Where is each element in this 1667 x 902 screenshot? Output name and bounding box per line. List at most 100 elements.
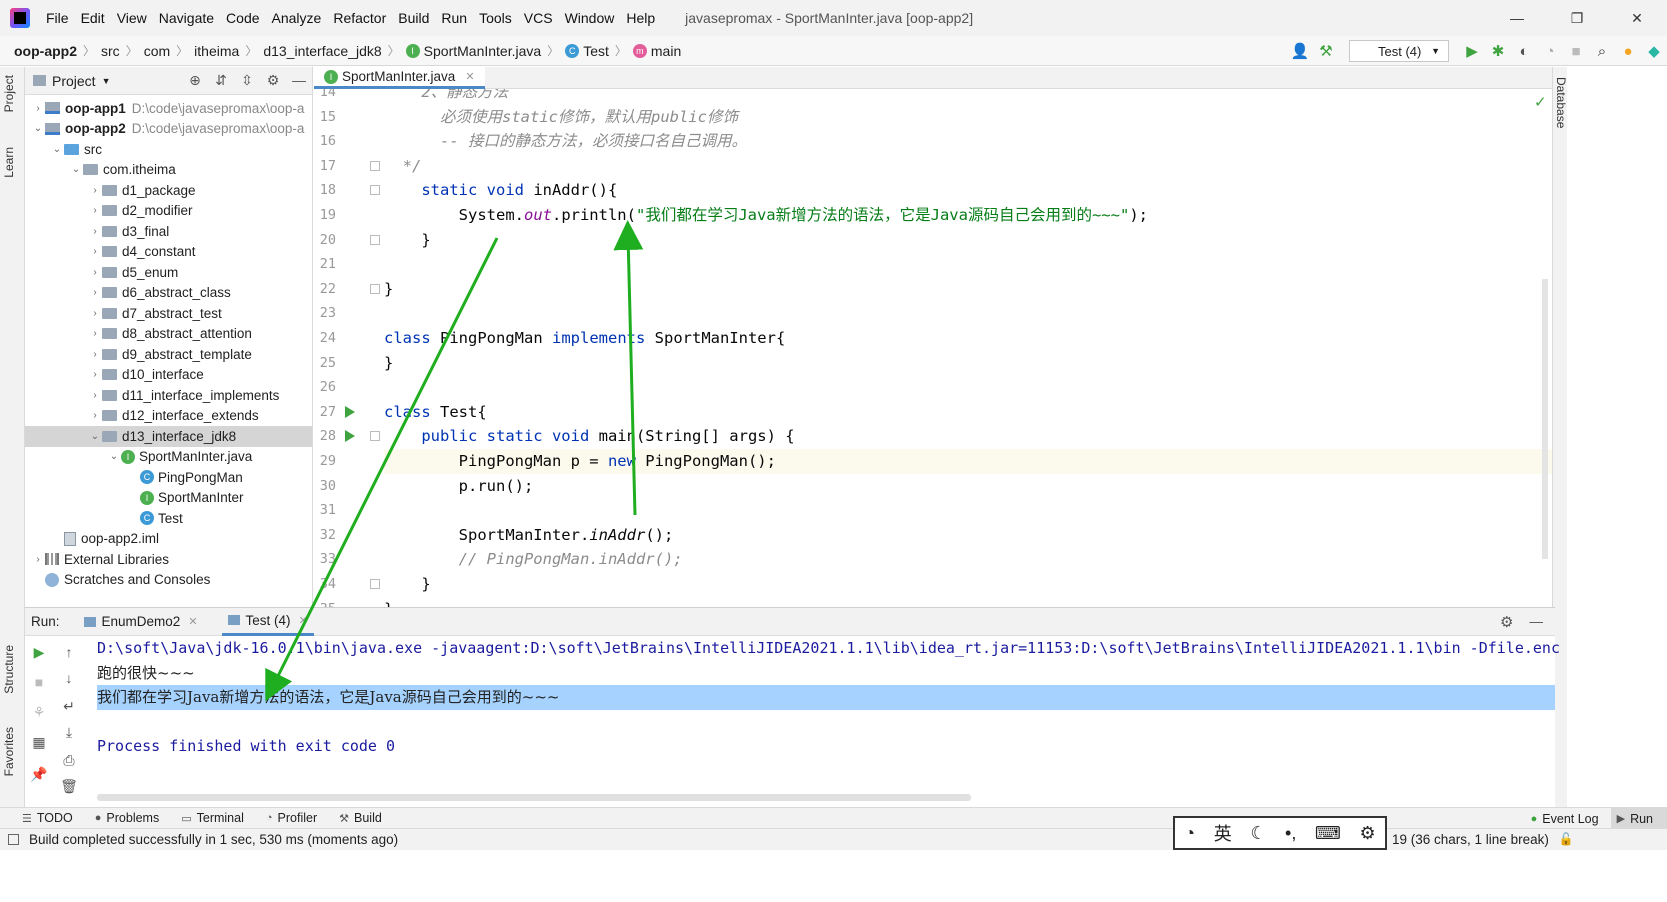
menu-item-edit[interactable]: Edit xyxy=(75,10,111,26)
soft-wrap-icon[interactable]: ↵ xyxy=(59,698,79,715)
learn-tool-tab[interactable]: Learn xyxy=(2,147,16,178)
update-icon[interactable]: ● xyxy=(1615,43,1641,60)
chevron-right-icon[interactable]: › xyxy=(88,287,102,298)
breadcrumb-item[interactable]: com xyxy=(144,43,170,59)
chevron-right-icon[interactable]: › xyxy=(88,369,102,380)
fold-marker-icon[interactable] xyxy=(370,160,380,171)
tree-item[interactable]: › d3_final xyxy=(25,221,312,242)
event-log-tab[interactable]: ● Event Log xyxy=(1531,812,1599,826)
chevron-right-icon[interactable]: › xyxy=(88,390,102,401)
console-horizontal-scrollbar[interactable] xyxy=(97,794,971,801)
search-icon[interactable]: ⌕ xyxy=(1589,43,1615,60)
restore-icon[interactable]: ❐ xyxy=(1547,0,1607,36)
expand-all-icon[interactable]: ⇵ xyxy=(208,72,234,89)
lock-icon[interactable]: 🔓 xyxy=(1559,832,1574,846)
ime-keyboard-icon[interactable]: ⌨ xyxy=(1315,823,1341,844)
run-tool-tab[interactable]: ▶ Run xyxy=(1610,808,1667,829)
rerun-icon[interactable]: ▶ xyxy=(29,644,49,661)
chevron-right-icon[interactable]: › xyxy=(31,554,45,565)
stop-icon[interactable]: ■ xyxy=(1563,43,1589,60)
menu-item-navigate[interactable]: Navigate xyxy=(153,10,220,26)
console-line[interactable]: D:\soft\Java\jdk-16.0.1\bin\java.exe -ja… xyxy=(97,636,1560,661)
tree-item[interactable]: ⌄ I SportManInter.java xyxy=(25,447,312,468)
code-line[interactable]: public static void main(String[] args) { xyxy=(384,424,794,449)
menu-item-file[interactable]: File xyxy=(40,10,75,26)
tree-item[interactable]: › d2_modifier xyxy=(25,201,312,222)
chevron-right-icon[interactable]: › xyxy=(88,349,102,360)
close-icon[interactable]: ✕ xyxy=(299,614,308,627)
fold-marker-icon[interactable] xyxy=(370,431,380,442)
code-line[interactable]: // PingPongMan.inAddr(); xyxy=(384,547,683,572)
print-icon[interactable]: ⎙ xyxy=(59,752,79,769)
code-line[interactable]: PingPongMan p = new PingPongMan(); xyxy=(384,449,776,474)
arrow-up-icon[interactable]: ↑ xyxy=(59,644,79,660)
ime-punct-icon[interactable]: •, xyxy=(1285,823,1296,844)
caret-position[interactable]: 19 (36 chars, 1 line break) xyxy=(1392,832,1549,847)
arrow-down-icon[interactable]: ↓ xyxy=(59,670,79,686)
breadcrumb-item[interactable]: Test xyxy=(583,43,609,59)
run-gutter-icon[interactable] xyxy=(345,405,355,418)
tree-item[interactable]: C Test xyxy=(25,508,312,529)
fold-marker-icon[interactable] xyxy=(370,283,380,294)
profiler-icon[interactable]: ◔ xyxy=(1537,43,1563,60)
tree-item[interactable]: Scratches and Consoles xyxy=(25,570,312,591)
editor-scrollbar-thumb[interactable] xyxy=(1542,279,1548,559)
tree-item[interactable]: › d1_package xyxy=(25,180,312,201)
run-config-select[interactable]: Test (4) ▼ xyxy=(1349,40,1449,62)
minimize-icon[interactable]: — xyxy=(1487,0,1547,36)
chevron-right-icon[interactable]: › xyxy=(88,246,102,257)
code-line[interactable]: SportManInter.inAddr(); xyxy=(384,523,674,548)
chevron-right-icon[interactable]: › xyxy=(88,267,102,278)
scroll-to-end-icon[interactable]: ⤓ xyxy=(59,724,79,741)
status-message[interactable]: Build completed successfully in 1 sec, 5… xyxy=(29,832,398,847)
close-icon[interactable]: ✕ xyxy=(188,615,197,628)
project-tool-tab[interactable]: Project xyxy=(2,75,16,112)
run-icon[interactable]: ▶ xyxy=(1459,42,1485,60)
profiler-tab[interactable]: ◔ Profiler xyxy=(266,811,317,825)
tree-item[interactable]: › External Libraries xyxy=(25,549,312,570)
gear-icon[interactable]: ⚙ xyxy=(1500,613,1513,631)
console-line[interactable]: 我们都在学习Java新增方法的语法，它是Java源码自己会用到的~~~ xyxy=(97,685,1555,710)
chevron-down-icon[interactable]: ⌄ xyxy=(50,144,64,155)
editor-tab-sportmaninter[interactable]: I SportManInter.java ✕ xyxy=(314,67,485,89)
breadcrumb-item[interactable]: SportManInter.java xyxy=(424,43,542,59)
code-line[interactable]: } xyxy=(384,597,393,607)
run-tab-test[interactable]: Test (4) ✕ xyxy=(221,608,314,636)
chevron-down-icon[interactable]: ⌄ xyxy=(31,123,45,134)
code-line[interactable]: } xyxy=(384,228,430,253)
chevron-down-icon[interactable]: ⌄ xyxy=(88,431,102,442)
code-line[interactable]: -- 接口的静态方法，必须接口名自己调用。 xyxy=(384,129,747,154)
tree-item[interactable]: › d12_interface_extends xyxy=(25,406,312,427)
collapse-all-icon[interactable]: ⇳ xyxy=(234,72,260,89)
menu-item-tools[interactable]: Tools xyxy=(473,10,518,26)
tree-item[interactable]: › d11_interface_implements xyxy=(25,385,312,406)
chevron-right-icon[interactable]: › xyxy=(88,328,102,339)
breadcrumb-item[interactable]: main xyxy=(651,43,681,59)
tree-item[interactable]: ⌄ com.itheima xyxy=(25,160,312,181)
pin-icon[interactable]: 📌 xyxy=(29,766,49,783)
breadcrumb-item[interactable]: src xyxy=(101,43,120,59)
favorites-tool-tab[interactable]: Favorites xyxy=(2,727,16,776)
tree-item[interactable]: › d4_constant xyxy=(25,242,312,263)
run-gutter-icon[interactable] xyxy=(345,430,355,443)
menu-item-vcs[interactable]: VCS xyxy=(518,10,559,26)
chevron-right-icon[interactable]: › xyxy=(88,308,102,319)
menu-item-code[interactable]: Code xyxy=(220,10,265,26)
tree-item[interactable]: › d5_enum xyxy=(25,262,312,283)
tree-item[interactable]: › d10_interface xyxy=(25,365,312,386)
code-line[interactable]: } xyxy=(384,351,393,376)
menu-item-build[interactable]: Build xyxy=(392,10,435,26)
ime-logo-icon[interactable]: ◔ xyxy=(1184,823,1195,844)
menu-item-refactor[interactable]: Refactor xyxy=(327,10,392,26)
tree-item[interactable]: I SportManInter xyxy=(25,488,312,509)
code-line[interactable]: p.run(); xyxy=(384,474,534,499)
tree-item[interactable]: oop-app2.iml xyxy=(25,529,312,550)
breadcrumb-item[interactable]: oop-app2 xyxy=(14,43,77,59)
chevron-right-icon[interactable]: › xyxy=(88,205,102,216)
chevron-down-icon[interactable]: ▼ xyxy=(102,76,111,86)
structure-tool-tab[interactable]: Structure xyxy=(2,645,16,694)
hide-icon[interactable]: — xyxy=(1530,614,1544,629)
coverage-icon[interactable]: ◐ xyxy=(1511,43,1537,60)
project-view-selector[interactable]: Project xyxy=(52,73,96,89)
console-line[interactable]: 跑的很快~~~ xyxy=(97,661,195,686)
